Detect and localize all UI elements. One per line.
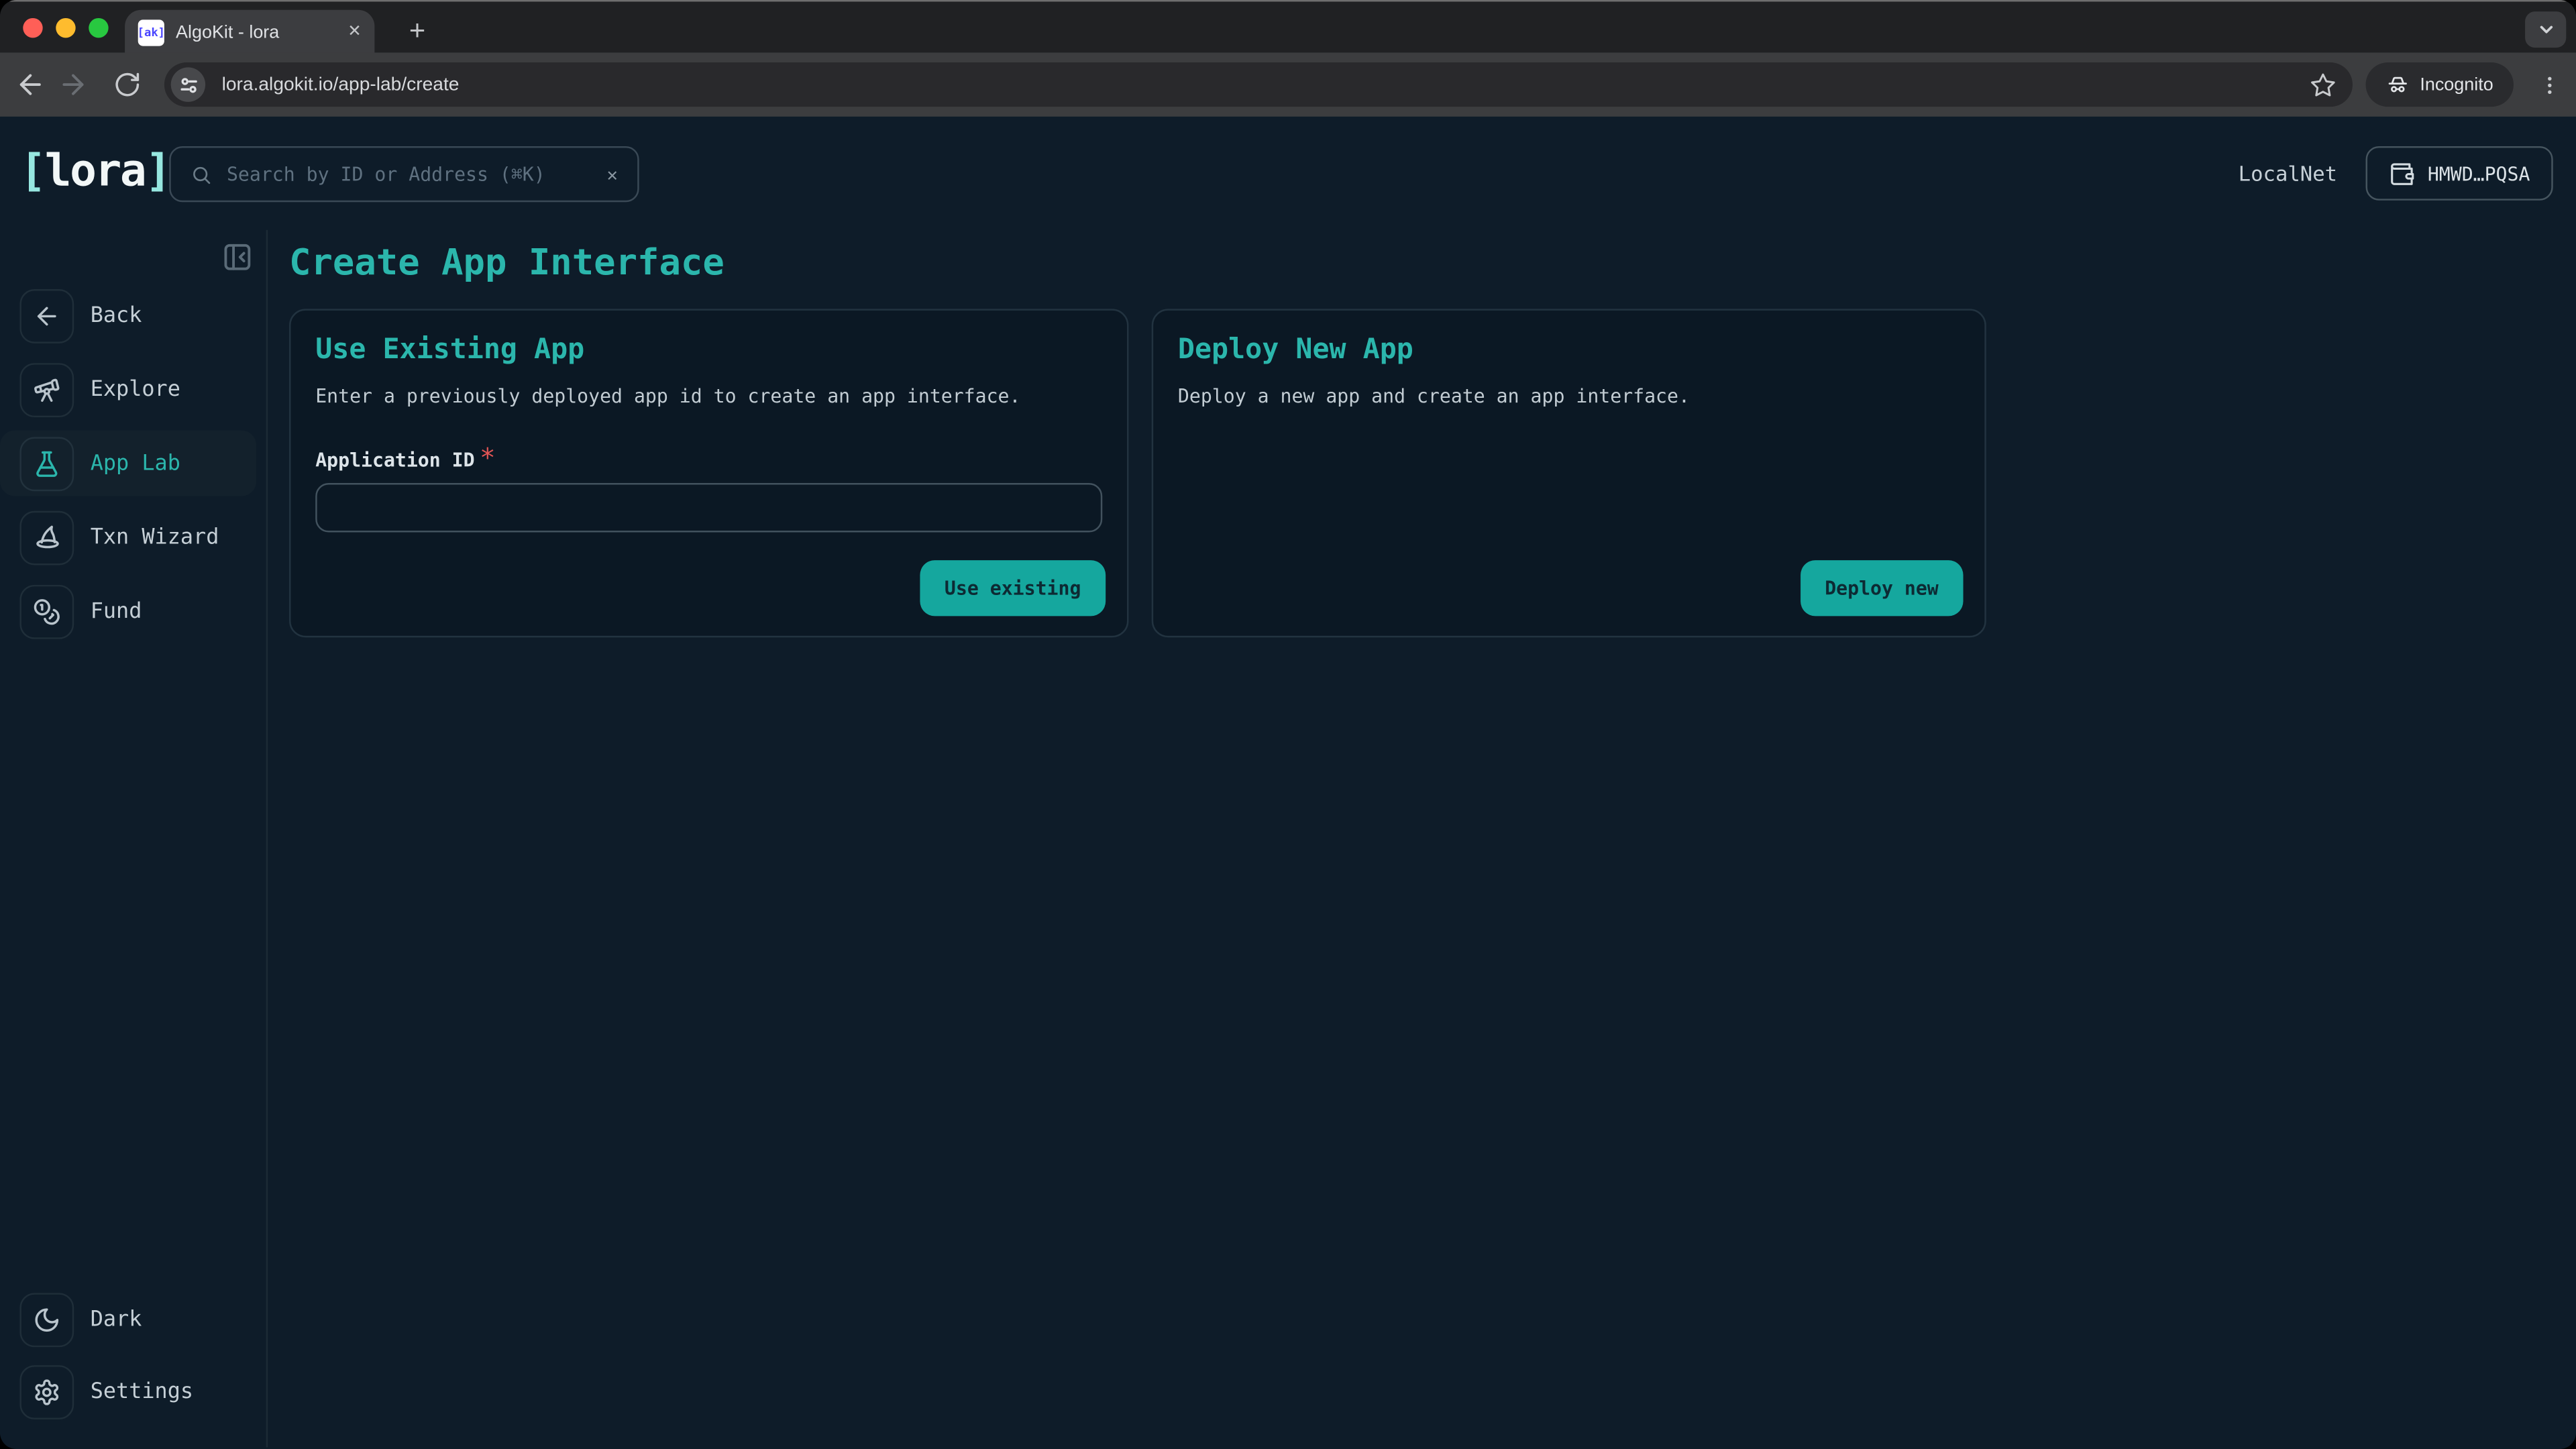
bookmark-star-icon[interactable] [2310,72,2336,98]
browser-tab[interactable]: [ak] AlgoKit - lora ✕ [125,10,374,54]
tab-strip: [ak] AlgoKit - lora ✕ + [0,0,2576,52]
deploy-new-app-card: Deploy New App Deploy a new app and crea… [1152,309,1986,637]
logo-word: lora [45,146,145,197]
app-header: [lora] ✕ LocalNet HMWD…PQSA [0,117,2576,230]
theme-label: Dark [91,1307,142,1332]
search-input[interactable] [227,162,607,185]
sidebar-item-label: App Lab [91,451,180,476]
use-existing-app-card: Use Existing App Enter a previously depl… [289,309,1128,637]
search-icon [191,164,212,185]
theme-toggle-dark[interactable]: Dark [0,1291,266,1347]
card-title: Deploy New App [1178,333,1960,368]
site-settings-button[interactable] [171,67,205,101]
browser-menu-button[interactable] [2535,66,2565,103]
sidebar: Back Explore App Lab [0,230,268,1448]
sidebar-collapse-button[interactable] [222,241,254,273]
lora-logo[interactable]: [lora] [19,145,170,201]
forward-arrow-icon [58,69,89,101]
wallet-icon [2388,160,2414,186]
application-id-label: Application ID [315,449,474,472]
main-content: Create App Interface Use Existing App En… [268,230,2576,1448]
sidebar-item-settings[interactable]: Settings [0,1364,266,1419]
reload-button[interactable] [109,66,146,103]
coins-icon [19,584,74,639]
incognito-icon [2385,72,2410,97]
wallet-button[interactable]: HMWD…PQSA [2365,146,2553,201]
use-existing-button[interactable]: Use existing [920,560,1106,616]
site-settings-icon [178,74,198,94]
settings-label: Settings [91,1379,193,1404]
three-dot-menu-icon [2538,73,2561,96]
incognito-badge: Incognito [2366,62,2514,107]
close-window-button[interactable] [23,18,42,38]
forward-button[interactable] [54,66,92,103]
deploy-new-button[interactable]: Deploy new [1800,560,1963,616]
logo-open-bracket: [ [19,146,44,197]
tab-title: AlgoKit - lora [176,22,336,42]
tab-search-button[interactable] [2525,11,2566,48]
chevron-down-icon [2536,19,2555,39]
clear-search-icon[interactable]: ✕ [607,164,618,185]
browser-window: [ak] AlgoKit - lora ✕ + [0,0,2576,1449]
new-tab-button[interactable]: + [399,13,435,50]
gear-icon [19,1364,74,1419]
card-title: Use Existing App [315,333,1102,368]
telescope-icon [19,362,74,417]
panel-collapse-icon [222,241,254,273]
required-marker: * [480,442,496,474]
flask-icon [19,436,74,490]
sidebar-item-label: Txn Wizard [91,525,219,549]
sidebar-item-back[interactable]: Back [0,288,266,343]
sidebar-item-txn-wizard[interactable]: Txn Wizard [0,509,266,565]
arrow-left-icon [19,288,74,343]
browser-toolbar: lora.algokit.io/app-lab/create Incognito [0,52,2576,117]
reload-icon [113,70,142,99]
close-tab-icon[interactable]: ✕ [347,23,362,41]
sidebar-item-label: Fund [91,599,142,624]
url-text[interactable]: lora.algokit.io/app-lab/create [222,74,2310,94]
incognito-label: Incognito [2420,74,2493,94]
card-description: Enter a previously deployed app id to cr… [315,384,1102,407]
wallet-address: HMWD…PQSA [2428,162,2530,184]
sidebar-item-label: Back [91,303,142,328]
lora-app: [lora] ✕ LocalNet HMWD…PQSA [0,117,2576,1448]
global-search[interactable]: ✕ [169,146,639,202]
logo-close-bracket: ] [145,146,170,197]
wizard-hat-icon [19,510,74,564]
url-bar[interactable]: lora.algokit.io/app-lab/create [164,62,2353,107]
tab-favicon: [ak] [138,19,164,45]
sidebar-item-fund[interactable]: Fund [0,583,266,639]
card-description: Deploy a new app and create an app inter… [1178,384,1960,407]
back-button[interactable] [11,66,49,103]
moon-icon [19,1292,74,1346]
sidebar-item-label: Explore [91,377,180,402]
zoom-window-button[interactable] [89,18,108,38]
page-title: Create App Interface [289,243,2576,286]
application-id-input[interactable] [315,483,1102,532]
sidebar-item-app-lab[interactable]: App Lab [0,431,256,496]
macos-traffic-lights [23,18,108,38]
network-selector[interactable]: LocalNet [2239,161,2337,186]
back-arrow-icon [15,69,46,101]
sidebar-item-explore[interactable]: Explore [0,362,266,417]
minimize-window-button[interactable] [56,18,75,38]
